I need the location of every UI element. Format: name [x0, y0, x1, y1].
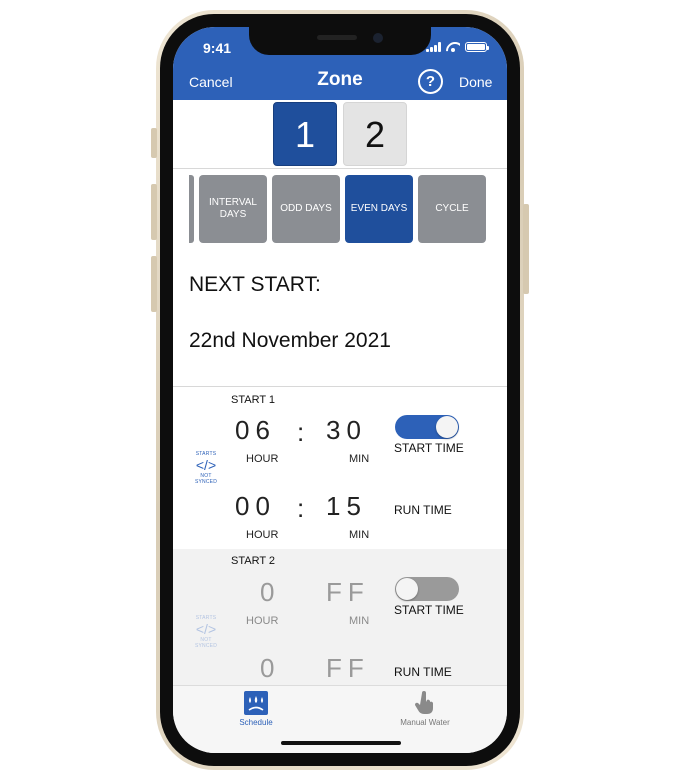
start-1-hour-value[interactable]: 06: [235, 415, 276, 446]
start-2-section: START 2 0 FF HOUR MIN START TIME STARTS …: [173, 549, 507, 689]
start-2-min-value[interactable]: FF: [326, 577, 370, 608]
next-start-date: 22nd November 2021: [189, 329, 391, 352]
interval-days-button[interactable]: INTERVAL DAYS: [199, 175, 267, 243]
start-time-label: START TIME: [394, 441, 464, 455]
start-1-start-time-toggle[interactable]: [395, 415, 459, 439]
start-1-label: START 1: [231, 394, 276, 406]
program-1-button[interactable]: 1: [273, 102, 337, 166]
cycle-button[interactable]: CYCLE: [418, 175, 486, 243]
odd-days-button[interactable]: ODD DAYS: [272, 175, 340, 243]
help-icon[interactable]: ?: [418, 69, 443, 94]
toggle-knob: [436, 416, 458, 438]
start-1-min-value[interactable]: 30: [326, 415, 367, 446]
home-indicator[interactable]: [281, 741, 401, 745]
toggle-knob: [396, 578, 418, 600]
notch: [249, 27, 431, 55]
hour-label: HOUR: [246, 615, 279, 627]
run-time-label: RUN TIME: [394, 665, 452, 679]
min-label: MIN: [349, 453, 370, 465]
tab-schedule-label: Schedule: [239, 718, 273, 727]
tab-schedule[interactable]: Schedule: [211, 690, 301, 727]
page-title: Zone: [317, 69, 363, 90]
program-2-button[interactable]: 2: [343, 102, 407, 166]
time-colon: :: [297, 417, 305, 447]
sync-bottom-label: NOT SYNCED: [194, 637, 218, 649]
start-2-start-time-toggle[interactable]: [395, 577, 459, 601]
next-start-label: NEXT START:: [189, 273, 321, 296]
even-days-button[interactable]: EVEN DAYS: [345, 175, 413, 243]
min-label: MIN: [349, 615, 370, 627]
start-time-label: START TIME: [394, 603, 464, 617]
hour-label: HOUR: [246, 453, 279, 465]
hour-label: HOUR: [246, 529, 279, 541]
status-time: 9:41: [203, 40, 232, 56]
battery-icon: [465, 42, 489, 52]
run-1-hour-value[interactable]: 00: [235, 491, 276, 522]
divider: [173, 168, 507, 169]
start-2-hour-value[interactable]: 0: [260, 577, 280, 608]
starts-sync-button[interactable]: STARTS </> NOT SYNCED: [189, 615, 223, 649]
unlink-icon: </>: [195, 457, 217, 473]
day-mode-scroll-edge[interactable]: [189, 175, 194, 243]
run-2-min-value[interactable]: FF: [326, 653, 370, 684]
volume-up-button: [151, 184, 157, 240]
run-1-min-value[interactable]: 15: [326, 491, 367, 522]
tab-manual-water-label: Manual Water: [400, 718, 450, 727]
mute-switch: [151, 128, 157, 158]
front-camera: [373, 33, 383, 43]
sync-bottom-label: NOT SYNCED: [194, 473, 218, 485]
start-1-section: START 1 06 : 30 HOUR MIN START TIME STAR…: [173, 387, 507, 549]
min-label: MIN: [349, 529, 370, 541]
wifi-icon: [446, 42, 460, 52]
run-2-hour-value[interactable]: 0: [260, 653, 280, 684]
status-icons: [426, 42, 489, 52]
schedule-icon: [244, 691, 268, 715]
tab-manual-water[interactable]: Manual Water: [380, 690, 470, 727]
time-colon: :: [297, 493, 305, 523]
unlink-icon: </>: [195, 621, 217, 637]
speaker: [317, 35, 357, 40]
power-button: [523, 204, 529, 294]
start-2-label: START 2: [231, 555, 276, 567]
app-screen: 9:41 Cancel Zone ? Done 1 2 INTERVAL DAY…: [173, 27, 507, 753]
hand-pointer-icon: [414, 691, 433, 714]
volume-down-button: [151, 256, 157, 312]
starts-sync-button[interactable]: STARTS </> NOT SYNCED: [189, 451, 223, 485]
done-button[interactable]: Done: [459, 74, 492, 90]
run-time-label: RUN TIME: [394, 503, 452, 517]
